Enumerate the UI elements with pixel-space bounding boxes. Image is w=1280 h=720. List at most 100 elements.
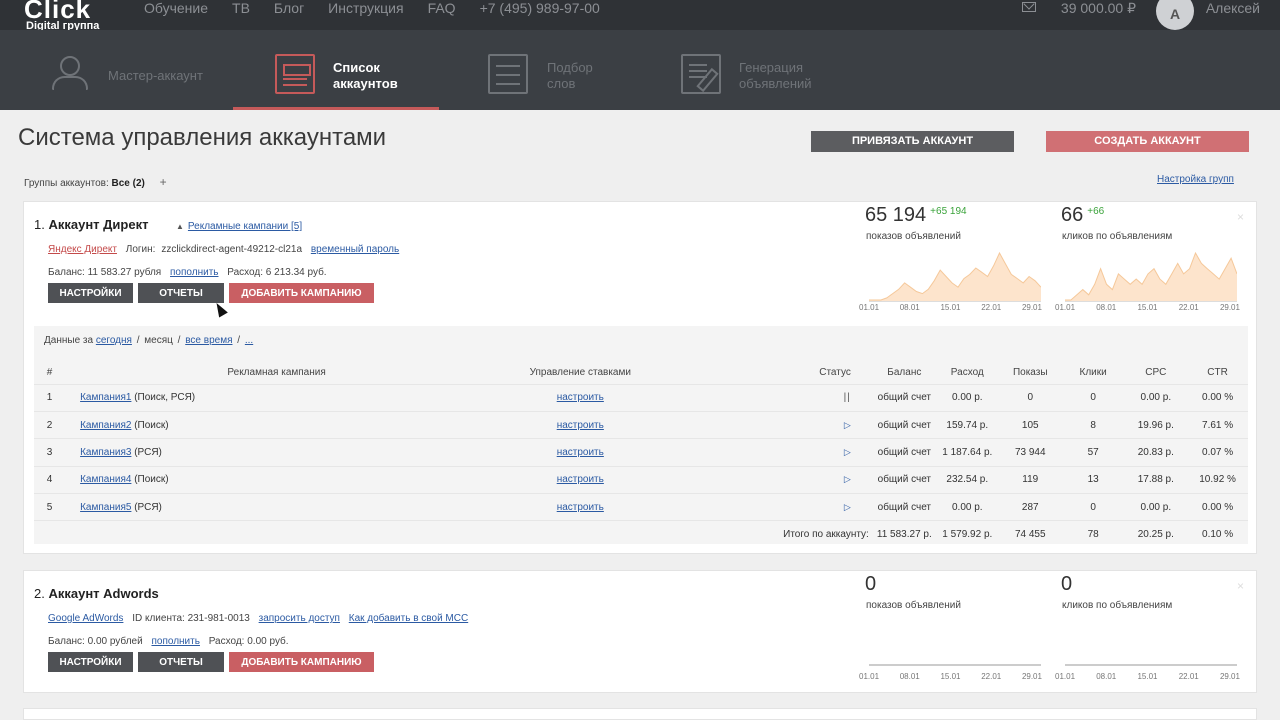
- user-balance: 39 000.00 ₽: [1060, 0, 1136, 16]
- impressions-cell: 287: [998, 493, 1062, 522]
- bid-configure-link[interactable]: настроить: [557, 392, 604, 403]
- campaign-link[interactable]: Кампания1: [80, 392, 131, 403]
- table-row: 3 Кампания3 (РСЯ) настроить ▷ общий счет 1 18…: [34, 438, 1248, 467]
- system-link[interactable]: Google AdWords: [48, 613, 123, 624]
- add-campaign-button[interactable]: ДОБАВИТЬ КАМПАНИЮ: [229, 652, 374, 672]
- play-icon[interactable]: ▷: [844, 474, 851, 484]
- cpc-cell: 20.83 р.: [1124, 438, 1188, 467]
- bid-cell: настроить: [473, 466, 688, 495]
- group-settings-link[interactable]: Настройка групп: [1157, 174, 1234, 185]
- campaign-link[interactable]: Кампания4: [80, 474, 131, 485]
- play-icon[interactable]: ▷: [844, 502, 851, 512]
- top-bar: Click Digital группа Обучение ТВ Блог Ин…: [0, 0, 1280, 32]
- person-icon: [50, 54, 90, 94]
- table-row: 5 Кампания5 (РСЯ) настроить ▷ общий счет 0.00…: [34, 493, 1248, 522]
- add-campaign-button[interactable]: ДОБАВИТЬ КАМПАНИЮ: [229, 283, 374, 303]
- status-cell: ▷: [687, 411, 873, 440]
- add-group-button[interactable]: +: [160, 175, 167, 189]
- total-impressions: 74 455: [1014, 529, 1046, 541]
- clicks-stat: 0: [1061, 573, 1073, 595]
- table-row: 1 Кампания1 (Поиск, РСЯ) настроить || общий …: [34, 384, 1248, 412]
- pause-icon[interactable]: ||: [844, 392, 851, 403]
- how-to-add-mcc-link[interactable]: Как добавить в свой МСС: [349, 613, 468, 624]
- create-account-button[interactable]: СОЗДАТЬ АККАУНТ: [1046, 131, 1249, 152]
- expense-cell: 232.54 р.: [935, 466, 999, 495]
- clicks-sparkline-ticks: 01.01 08.01 15.01 22.01 29.01: [1055, 303, 1240, 312]
- table-row: 4 Кампания4 (Поиск) настроить ▷ общий счет 23…: [34, 466, 1248, 495]
- user-name[interactable]: Алексей: [1206, 0, 1260, 16]
- next-card-edge: [23, 708, 1257, 720]
- bid-configure-link[interactable]: настроить: [557, 447, 604, 458]
- clicks-cell: 13: [1061, 466, 1125, 495]
- campaign-link[interactable]: Кампания2: [80, 420, 131, 431]
- campaigns-toggle[interactable]: ▲ Рекламные кампании [5]: [176, 221, 302, 232]
- range-all-time[interactable]: все время: [185, 335, 232, 346]
- bid-cell: настроить: [473, 438, 688, 467]
- ctr-cell: 0.00 %: [1187, 493, 1248, 522]
- campaign-cell: Кампания3 (РСЯ): [65, 438, 474, 467]
- topnav-tv[interactable]: ТВ: [232, 0, 250, 18]
- topup-link[interactable]: пополнить: [170, 267, 218, 278]
- topnav-blog[interactable]: Блог: [274, 0, 304, 18]
- expense-cell: 0.00 р.: [935, 384, 999, 412]
- close-icon[interactable]: ×: [1237, 579, 1244, 593]
- cpc-cell: 0.00 р.: [1124, 493, 1188, 522]
- top-nav: Обучение ТВ Блог Инструкция FAQ +7 (495)…: [144, 0, 624, 18]
- section-label: Подбор слов: [547, 60, 593, 91]
- link-account-button[interactable]: ПРИВЯЗАТЬ АККАУНТ: [811, 131, 1014, 152]
- close-icon[interactable]: ×: [1237, 210, 1244, 224]
- clicks-delta: +66: [1087, 206, 1105, 217]
- bid-configure-link[interactable]: настроить: [557, 502, 604, 513]
- expense-cell: 159.74 р.: [935, 411, 999, 440]
- impressions-delta: +65 194: [930, 206, 967, 217]
- play-icon[interactable]: ▷: [844, 420, 851, 430]
- balance-cell: общий счет: [872, 493, 936, 522]
- impressions-cell: 105: [998, 411, 1062, 440]
- section-label: Список аккаунтов: [333, 60, 398, 91]
- bid-configure-link[interactable]: настроить: [557, 474, 604, 485]
- impressions-cell: 73 944: [998, 438, 1062, 467]
- impressions-stat: 65 194 +65 194: [865, 204, 967, 226]
- sparkline-area: [1065, 253, 1237, 302]
- mail-icon[interactable]: [1022, 2, 1036, 12]
- system-link[interactable]: Яндекс Директ: [48, 244, 117, 255]
- campaign-link[interactable]: Кампания3: [80, 447, 131, 458]
- reports-button[interactable]: ОТЧЕТЫ: [138, 652, 224, 672]
- section-nav: Мастер-аккаунт Список аккаунтов Подбор сло…: [0, 30, 1280, 110]
- balance-cell: общий счет: [872, 438, 936, 467]
- temp-password-link[interactable]: временный пароль: [311, 244, 399, 255]
- total-expense: 1 579.92 р.: [942, 529, 993, 541]
- settings-button[interactable]: НАСТРОЙКИ: [48, 652, 133, 672]
- ctr-cell: 7.61 %: [1187, 411, 1248, 440]
- row-number: 2: [34, 411, 66, 440]
- clicks-cell: 8: [1061, 411, 1125, 440]
- impressions-sparkline-ticks: 01.01 08.01 15.01 22.01 29.01: [859, 672, 1042, 681]
- active-tab-underline: [233, 107, 439, 110]
- avatar[interactable]: А: [1156, 0, 1194, 30]
- range-more[interactable]: ...: [245, 335, 253, 346]
- topnav-learning[interactable]: Обучение: [144, 0, 208, 18]
- expense-cell: 0.00 р.: [935, 493, 999, 522]
- range-month[interactable]: месяц: [144, 335, 173, 346]
- request-access-link[interactable]: запросить доступ: [259, 613, 340, 624]
- topup-link[interactable]: пополнить: [151, 636, 199, 647]
- topnav-faq[interactable]: FAQ: [428, 0, 456, 18]
- table-row: 2 Кампания2 (Поиск) настроить ▷ общий счет 15…: [34, 411, 1248, 440]
- ctr-cell: 10.92 %: [1187, 466, 1248, 495]
- campaign-link[interactable]: Кампания5: [80, 502, 131, 513]
- settings-button[interactable]: НАСТРОЙКИ: [48, 283, 133, 303]
- login-value: zzclickdirect-agent-49212-cl21a: [161, 244, 303, 255]
- topnav-instructions[interactable]: Инструкция: [328, 0, 403, 18]
- bid-configure-link[interactable]: настроить: [557, 420, 604, 431]
- groups-all[interactable]: Все (2): [112, 178, 145, 189]
- account-info: Яндекс Директ Логин: zzclickdirect-agent-…: [48, 244, 405, 255]
- clicks-cell: 0: [1061, 384, 1125, 412]
- clicks-sparkline-ticks: 01.01 08.01 15.01 22.01 29.01: [1055, 672, 1240, 681]
- impressions-cell: 119: [998, 466, 1062, 495]
- range-today[interactable]: сегодня: [96, 335, 132, 346]
- play-icon[interactable]: ▷: [844, 447, 851, 457]
- status-cell: ▷: [687, 438, 873, 467]
- reports-button[interactable]: ОТЧЕТЫ: [138, 283, 224, 303]
- edit-icon: [681, 54, 721, 94]
- ctr-cell: 0.07 %: [1187, 438, 1248, 467]
